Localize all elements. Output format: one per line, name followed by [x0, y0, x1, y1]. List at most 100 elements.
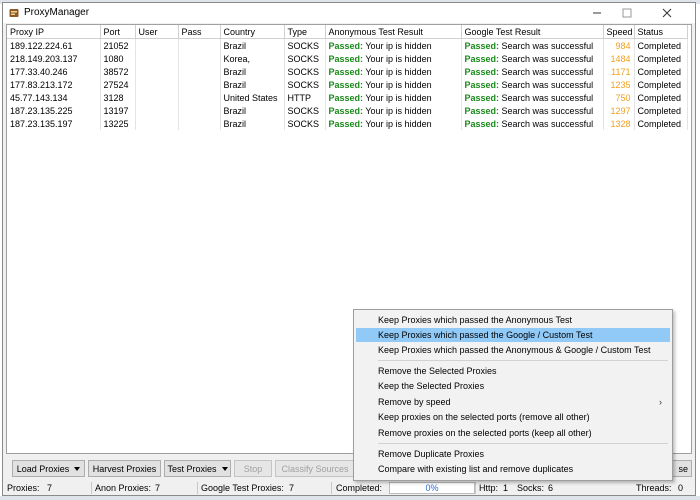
- anon-status: Passed:: [328, 79, 364, 90]
- app-icon: [9, 9, 19, 17]
- menu-item-keep-selected-ports[interactable]: Keep proxies on the selected ports (remo…: [356, 410, 670, 424]
- threads-label: Threads:: [636, 483, 672, 493]
- minimize-button[interactable]: [583, 3, 611, 23]
- menu-separator: [378, 360, 668, 361]
- column-header-user[interactable]: User: [135, 25, 179, 39]
- cell-anon-result: Passed: Your ip is hidden: [325, 91, 462, 104]
- table-row[interactable]: 218.149.203.137 1080 Korea, SOCKS Passed: Yo…: [7, 52, 688, 65]
- column-header-status[interactable]: Status: [634, 25, 688, 39]
- cell-status: Completed: [634, 117, 688, 130]
- cell-google-result: Passed: Search was successful: [461, 52, 604, 65]
- cell-port: 3128: [100, 91, 136, 104]
- cell-status: Completed: [634, 91, 688, 104]
- cell-type: SOCKS: [284, 52, 326, 65]
- cell-anon-result: Passed: Your ip is hidden: [325, 52, 462, 65]
- harvest-proxies-label: Harvest Proxies: [92, 463, 157, 474]
- cell-status: Completed: [634, 65, 688, 78]
- cell-speed: 1297: [603, 104, 635, 117]
- anon-status: Passed:: [328, 40, 364, 51]
- stop-button[interactable]: Stop: [234, 460, 272, 477]
- harvest-proxies-button[interactable]: Harvest Proxies: [88, 460, 161, 477]
- load-proxies-button[interactable]: Load Proxies: [12, 460, 85, 477]
- table-row[interactable]: 187.23.135.225 13197 Brazil SOCKS Passed: Yo…: [7, 104, 688, 117]
- column-header-proxy-ip[interactable]: Proxy IP: [7, 25, 101, 39]
- socks-label: Socks:: [517, 483, 545, 493]
- completed-progress-bar: 0%: [389, 482, 475, 494]
- google-message: Search was successful: [499, 92, 594, 103]
- cell-status: Completed: [634, 78, 688, 91]
- column-header-country[interactable]: Country: [220, 25, 285, 39]
- cell-user: [135, 91, 179, 104]
- google-status: Passed:: [464, 79, 500, 90]
- google-status: Passed:: [464, 53, 500, 64]
- google-status: Passed:: [464, 105, 500, 116]
- menu-item-remove-selected-ports[interactable]: Remove proxies on the selected ports (ke…: [356, 426, 670, 440]
- anon-message: Your ip is hidden: [363, 40, 432, 51]
- close-button-label: se: [678, 463, 688, 474]
- cell-status: Completed: [634, 52, 688, 65]
- table-header-row: Proxy IP Port User Pass Country Type Ano…: [7, 25, 688, 39]
- close-button-partial[interactable]: se: [671, 460, 692, 477]
- stop-label: Stop: [243, 463, 263, 474]
- table-row[interactable]: 177.83.213.172 27524 Brazil SOCKS Passed: Yo…: [7, 78, 688, 91]
- close-icon: [662, 8, 672, 18]
- cell-status: Completed: [634, 38, 688, 52]
- cell-ip: 177.83.213.172: [7, 78, 101, 91]
- status-separator: [331, 482, 332, 494]
- anon-proxies-label: Anon Proxies:: [95, 483, 152, 493]
- column-header-port[interactable]: Port: [100, 25, 136, 39]
- dropdown-arrow-icon: [74, 466, 81, 471]
- menu-item-keep-google-passed[interactable]: Keep Proxies which passed the Google / C…: [356, 328, 670, 342]
- table-row[interactable]: 189.122.224.61 21052 Brazil SOCKS Passed: Yo…: [7, 38, 688, 52]
- cell-ip: 189.122.224.61: [7, 38, 101, 52]
- maximize-button[interactable]: [613, 3, 641, 23]
- menu-item-keep-both-passed[interactable]: Keep Proxies which passed the Anonymous …: [356, 343, 670, 357]
- menu-item-keep-selected[interactable]: Keep the Selected Proxies: [356, 379, 670, 393]
- table-row[interactable]: 177.33.40.246 38572 Brazil SOCKS Passed: You…: [7, 65, 688, 78]
- proxies-count-label: Proxies:: [7, 483, 40, 493]
- menu-item-keep-anonymous-passed[interactable]: Keep Proxies which passed the Anonymous …: [356, 313, 670, 327]
- google-message: Search was successful: [499, 105, 594, 116]
- http-label: Http:: [479, 483, 499, 493]
- column-header-speed[interactable]: Speed: [603, 25, 635, 39]
- cell-type: SOCKS: [284, 38, 326, 52]
- table-row[interactable]: 187.23.135.197 13225 Brazil SOCKS Passed: Yo…: [7, 117, 688, 130]
- cell-port: 13197: [100, 104, 136, 117]
- cell-anon-result: Passed: Your ip is hidden: [325, 65, 462, 78]
- status-separator: [475, 482, 476, 494]
- column-header-type[interactable]: Type: [284, 25, 326, 39]
- cell-speed: 1171: [603, 65, 635, 78]
- cell-pass: [178, 104, 221, 117]
- menu-item-remove-duplicates[interactable]: Remove Duplicate Proxies: [356, 447, 670, 461]
- google-status: Passed:: [464, 66, 500, 77]
- anon-message: Your ip is hidden: [363, 118, 432, 129]
- table-row[interactable]: 45.77.143.134 3128 United States HTTP Passed…: [7, 91, 688, 104]
- menu-item-remove-by-speed[interactable]: Remove by speed ›: [356, 395, 670, 409]
- cell-google-result: Passed: Search was successful: [461, 38, 604, 52]
- close-window-button[interactable]: [643, 3, 691, 23]
- cell-port: 27524: [100, 78, 136, 91]
- column-header-anonymous-test[interactable]: Anonymous Test Result: [325, 25, 462, 39]
- cell-pass: [178, 38, 221, 52]
- google-status: Passed:: [464, 118, 500, 129]
- cell-pass: [178, 52, 221, 65]
- proxy-table: Proxy IP Port User Pass Country Type Ano…: [7, 25, 688, 130]
- google-message: Search was successful: [499, 118, 594, 129]
- classify-sources-button[interactable]: Classify Sources: [275, 460, 355, 477]
- menu-item-remove-selected[interactable]: Remove the Selected Proxies: [356, 364, 670, 378]
- menu-separator: [378, 443, 668, 444]
- test-proxies-button[interactable]: Test Proxies: [164, 460, 231, 477]
- cell-country: United States: [220, 91, 285, 104]
- classify-sources-label: Classify Sources: [281, 463, 349, 474]
- cell-anon-result: Passed: Your ip is hidden: [325, 117, 462, 130]
- threads-value: 0: [678, 483, 684, 493]
- cell-google-result: Passed: Search was successful: [461, 104, 604, 117]
- cell-user: [135, 104, 179, 117]
- cell-user: [135, 117, 179, 130]
- google-message: Search was successful: [499, 53, 594, 64]
- cell-country: Brazil: [220, 104, 285, 117]
- column-header-pass[interactable]: Pass: [178, 25, 221, 39]
- status-separator: [91, 482, 92, 494]
- menu-item-compare-remove-duplicates[interactable]: Compare with existing list and remove du…: [356, 462, 670, 476]
- column-header-google-test[interactable]: Google Test Result: [461, 25, 604, 39]
